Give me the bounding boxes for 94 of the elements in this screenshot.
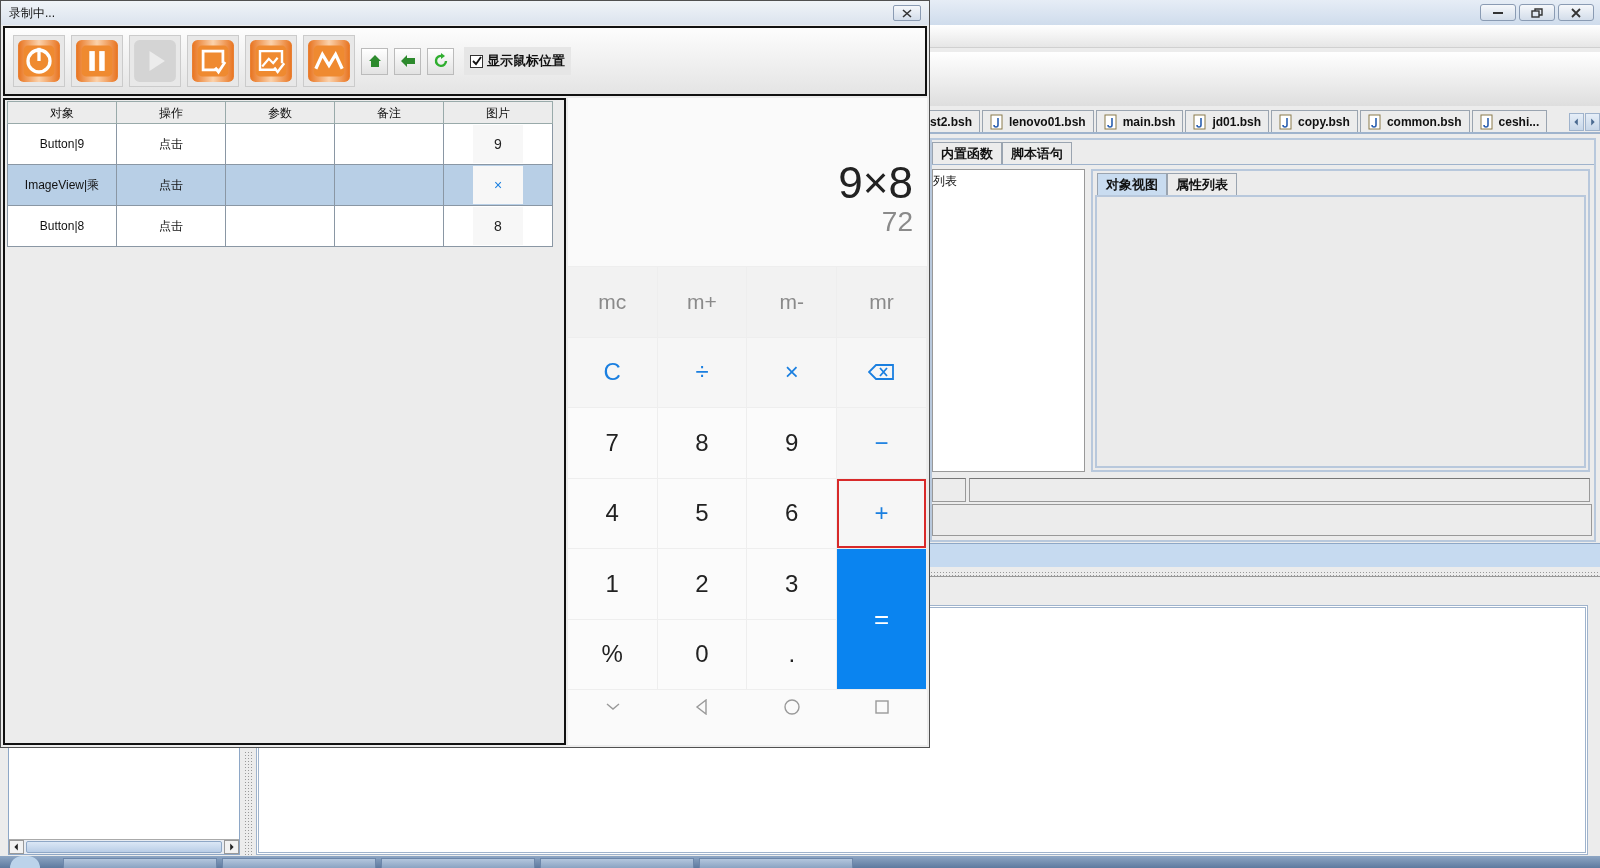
close-icon — [1571, 7, 1581, 18]
calculator-key[interactable]: − — [837, 408, 927, 479]
calculator-key[interactable]: 1 — [567, 549, 658, 620]
checkbox-label: 显示鼠标位置 — [487, 52, 565, 71]
tab-label: ceshi... — [1498, 113, 1540, 131]
calculator-key[interactable]: 3 — [747, 549, 838, 620]
file-tab[interactable]: lenovo01.bsh — [982, 110, 1094, 132]
file-tab[interactable]: main.bsh — [1095, 110, 1184, 132]
calculator-key[interactable]: . — [747, 619, 838, 690]
scrollbar-thumb[interactable] — [26, 841, 222, 853]
tab[interactable]: 内置函数 — [932, 142, 1002, 164]
image-check-icon — [249, 39, 293, 83]
result-text: 72 — [881, 207, 913, 238]
taskbar-button[interactable] — [381, 858, 535, 868]
square-icon — [874, 699, 891, 715]
toolbar-button[interactable] — [187, 35, 239, 87]
column-header[interactable]: 对象 — [7, 101, 117, 124]
calculator-key[interactable]: 2 — [657, 549, 748, 620]
close-button[interactable] — [1558, 4, 1594, 21]
calculator-key[interactable]: × — [747, 337, 838, 408]
file-tab[interactable]: copy.bsh — [1271, 110, 1358, 132]
table-cell: 点击 — [116, 123, 226, 165]
column-header[interactable]: 图片 — [443, 101, 553, 124]
window-title: 录制中... — [9, 5, 55, 22]
calculator-key[interactable]: 9 — [747, 408, 838, 479]
power-icon — [17, 39, 61, 83]
calculator-key[interactable]: % — [567, 619, 658, 690]
calculator-key[interactable]: 8 — [657, 408, 748, 479]
calculator-key[interactable]: ÷ — [657, 337, 748, 408]
table-cell: Button|8 — [7, 205, 117, 247]
table-cell: 点击 — [116, 164, 226, 206]
toolbar-button[interactable] — [303, 35, 355, 87]
status-field — [932, 478, 966, 502]
tab[interactable]: 脚本语句 — [1002, 142, 1072, 164]
tab-label: lenovo01.bsh — [1009, 113, 1086, 131]
arrow-right-icon[interactable] — [224, 840, 239, 854]
close-icon — [901, 8, 913, 18]
calculator-key[interactable]: 7 — [567, 408, 658, 479]
file-tab[interactable]: common.bsh — [1359, 110, 1470, 132]
splitter-handle[interactable] — [930, 571, 1600, 577]
backspace-icon — [868, 363, 896, 382]
column-header[interactable]: 操作 — [116, 101, 226, 124]
calculator-key[interactable] — [837, 337, 927, 408]
start-button[interactable] — [10, 856, 40, 868]
tab[interactable]: 对象视图 — [1097, 173, 1167, 195]
column-header[interactable]: 备注 — [334, 101, 444, 124]
calculator-key[interactable]: = — [837, 549, 927, 690]
arrow-left-icon[interactable] — [9, 840, 24, 854]
tab-label: jd01.bsh — [1212, 113, 1262, 131]
key-image: 9 — [473, 125, 523, 163]
table-cell: Button|9 — [7, 123, 117, 165]
toolbar-button[interactable] — [361, 47, 388, 75]
minimize-button[interactable] — [1480, 4, 1516, 21]
taskbar-button[interactable] — [699, 858, 853, 868]
checkbox[interactable] — [470, 54, 483, 68]
calculator-key[interactable]: C — [567, 337, 658, 408]
tab-label: main.bsh — [1122, 113, 1176, 131]
toolbar-button[interactable] — [427, 47, 454, 75]
list-item[interactable]: 列表 — [933, 172, 1084, 190]
file-tab[interactable]: ceshi... — [1471, 110, 1548, 132]
taskbar-button[interactable] — [540, 858, 694, 868]
circle-icon — [784, 699, 801, 715]
table-cell: 点击 — [116, 205, 226, 247]
toolbar-button[interactable] — [13, 35, 65, 87]
key-image: × — [473, 166, 523, 204]
wave-icon — [307, 39, 351, 83]
taskbar-button[interactable] — [63, 858, 217, 868]
key-image: 8 — [473, 207, 523, 245]
pause-icon — [75, 39, 119, 83]
tab-label: common.bsh — [1386, 113, 1462, 131]
calculator-key[interactable]: 5 — [657, 478, 748, 549]
file-tab[interactable]: jd01.bsh — [1185, 110, 1270, 132]
close-button[interactable] — [893, 5, 921, 21]
scrollbar[interactable] — [9, 839, 239, 854]
calculator-key[interactable]: 4 — [567, 478, 658, 549]
file-tab[interactable]: st2.bsh — [930, 110, 980, 132]
nav-button[interactable] — [784, 699, 801, 715]
tab-label: copy.bsh — [1298, 113, 1350, 131]
column-header[interactable]: 参数 — [225, 101, 335, 124]
tab[interactable]: 属性列表 — [1167, 173, 1237, 195]
restore-button[interactable] — [1519, 4, 1555, 21]
table-cell: ImageView|乘 — [7, 164, 117, 206]
toolbar-button[interactable] — [394, 47, 421, 75]
calculator-key[interactable]: 0 — [657, 619, 748, 690]
minimize-icon — [1493, 11, 1503, 14]
expression-text: 9×8 — [838, 158, 913, 208]
toolbar-button[interactable] — [71, 35, 123, 87]
restore-icon — [1531, 7, 1543, 18]
toolbar-button[interactable] — [245, 35, 297, 87]
frame-check-icon — [191, 39, 235, 83]
nav-button[interactable] — [874, 699, 891, 715]
calculator-key[interactable]: + — [837, 478, 927, 549]
calculator-key[interactable]: 6 — [747, 478, 838, 549]
play-icon — [133, 39, 177, 83]
